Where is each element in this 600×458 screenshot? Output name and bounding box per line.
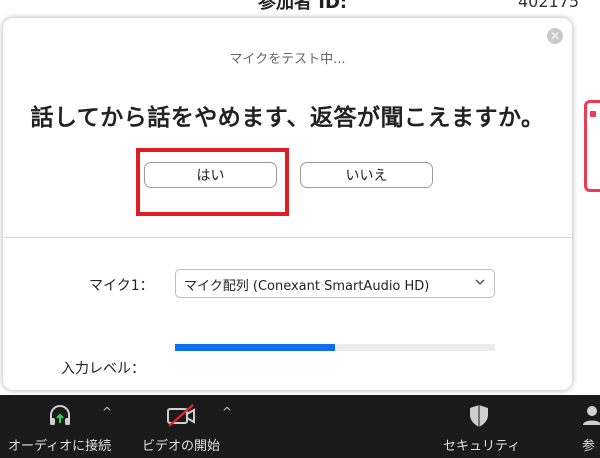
- mic-label: マイク1：: [89, 278, 154, 294]
- side-panel-edge[interactable]: [584, 100, 600, 192]
- video-options-caret[interactable]: ^: [222, 405, 232, 419]
- mic-select-dropdown[interactable]: マイク配列 (Conexant SmartAudio HD): [175, 269, 495, 298]
- chevron-down-icon: [475, 279, 485, 286]
- start-video-label: ビデオの開始: [142, 439, 221, 454]
- video-off-icon: [167, 404, 195, 427]
- audio-options-caret[interactable]: ^: [102, 405, 112, 419]
- headphones-icon: [50, 405, 70, 425]
- participant-id-value: 402175: [518, 0, 580, 11]
- security-label: セキュリティ: [443, 439, 521, 454]
- participant-id-label: 参加者 ID:: [258, 0, 348, 13]
- yes-button[interactable]: はい: [144, 162, 277, 188]
- mic-test-dialog: ✕ マイクをテスト中... 話してから話をやめます、返答が聞こえますか。 はい …: [3, 18, 572, 390]
- participants-label: 参: [582, 439, 596, 454]
- security-button[interactable]: セキュリティ: [440, 395, 520, 458]
- meeting-toolbar: オーディオに接続 ^ ビデオの開始 ^ セキュリティ 参: [0, 395, 600, 458]
- mic-select-value: マイク配列 (Conexant SmartAudio HD): [184, 279, 430, 294]
- shield-icon: [470, 405, 488, 427]
- input-level-fill: [175, 344, 335, 351]
- input-level-meter: [175, 344, 495, 351]
- participants-button[interactable]: 参: [572, 395, 600, 458]
- close-icon[interactable]: ✕: [547, 28, 563, 44]
- side-panel-indicator: [590, 111, 596, 117]
- input-level-label: 入力レベル：: [61, 361, 145, 377]
- audio-connect-label: オーディオに接続: [8, 439, 112, 454]
- dialog-divider: [3, 237, 572, 238]
- participants-icon: [583, 406, 600, 425]
- dialog-question: 話してから話をやめます、返答が聞こえますか。: [30, 105, 545, 131]
- dialog-title: マイクをテスト中...: [229, 52, 346, 67]
- no-button[interactable]: いいえ: [300, 162, 433, 188]
